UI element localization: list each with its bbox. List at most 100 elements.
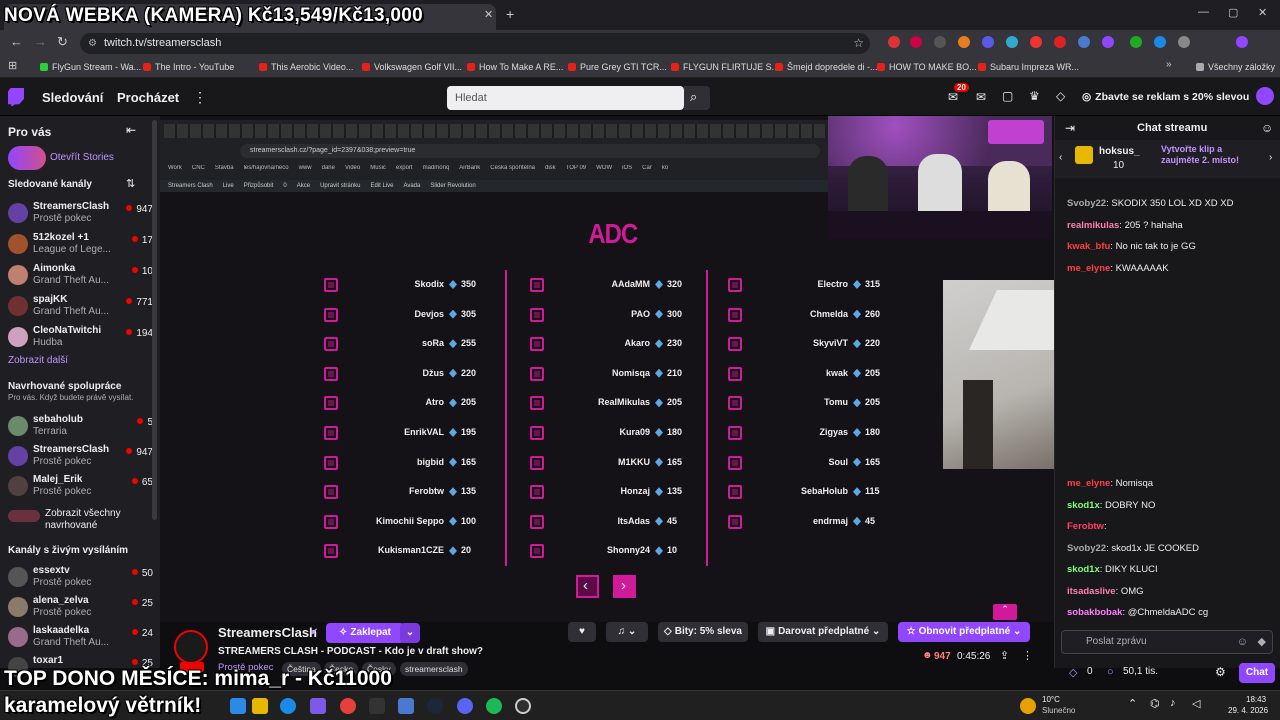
bookmark[interactable]: This Aerobic Video... <box>259 59 353 75</box>
bookmark[interactable]: How To Make A RE... <box>467 59 563 75</box>
player-row[interactable]: Soul 165 <box>728 454 928 472</box>
player-row[interactable]: ItsAdas 45 <box>530 513 730 531</box>
channel-name[interactable]: StreamersClash <box>218 625 317 640</box>
collab-channel[interactable]: StreamersClash Prostě pokec 947 <box>8 442 153 470</box>
prev-page-button[interactable]: ‹ <box>576 575 599 598</box>
bookmark[interactable]: The Intro - YouTube <box>143 59 234 75</box>
extension-icon[interactable] <box>934 36 946 48</box>
new-tab-icon[interactable]: + <box>506 6 514 22</box>
steam-icon[interactable] <box>427 698 443 714</box>
chat-send-button[interactable]: Chat <box>1239 663 1275 683</box>
spotify-icon[interactable] <box>486 698 502 714</box>
chat-username[interactable]: skod1x <box>1067 564 1100 575</box>
chat-bubble-icon[interactable]: ▢ <box>1002 89 1013 103</box>
chat-username[interactable]: sobakbobak <box>1067 607 1122 618</box>
follow-button[interactable]: ♥ <box>568 622 596 642</box>
player-row[interactable]: Skodix 350 <box>324 276 524 294</box>
bookmark[interactable]: FLYGUN FLIRTUJE S... <box>671 59 779 75</box>
more-icon[interactable]: ⋮ <box>193 89 207 106</box>
player-checkbox[interactable] <box>324 366 338 381</box>
player-row[interactable]: Atro 205 <box>324 394 524 412</box>
player-checkbox[interactable] <box>530 455 544 470</box>
chat-username[interactable]: itsadaslive <box>1067 586 1116 597</box>
obs-icon[interactable] <box>515 698 531 714</box>
player-checkbox[interactable] <box>530 426 544 440</box>
player-checkbox[interactable] <box>324 396 338 411</box>
chat-username[interactable]: Svoby22 <box>1067 543 1106 554</box>
nav-following[interactable]: Sledování <box>42 90 103 105</box>
discord-icon[interactable] <box>457 698 473 714</box>
player-row[interactable]: Kimochii Seppo 100 <box>324 513 524 531</box>
player-checkbox[interactable] <box>728 396 742 411</box>
twitch-logo-icon[interactable] <box>8 88 24 106</box>
collapse-chat-icon[interactable]: ⇥ <box>1065 121 1075 135</box>
player-row[interactable]: EnrikVAL 195 <box>324 424 524 442</box>
nav-browse[interactable]: Procházet <box>117 90 179 105</box>
avatar[interactable] <box>1256 87 1274 105</box>
turbo-icon[interactable]: ◇ <box>1056 89 1065 103</box>
player-checkbox[interactable] <box>324 485 338 500</box>
live-channel[interactable]: alena_zelva Prostě pokec 25 <box>8 593 153 621</box>
app-icon[interactable] <box>398 698 414 714</box>
extension-icon[interactable] <box>1130 36 1142 48</box>
player-row[interactable]: Akaro 230 <box>530 335 730 353</box>
player-row[interactable]: AAdaMM 320 <box>530 276 730 294</box>
close-tab-icon[interactable]: ✕ <box>484 8 493 21</box>
tag[interactable]: streamersclash <box>400 662 468 676</box>
bits-button[interactable]: ◇ Bity: 5% sleva <box>658 622 748 642</box>
player-checkbox[interactable] <box>728 337 742 352</box>
all-bookmarks[interactable]: Všechny záložky <box>1196 59 1275 75</box>
url-bar[interactable]: ⚙ twitch.tv/streamersclash ☆ <box>80 33 870 54</box>
extension-icon[interactable] <box>910 36 922 48</box>
network-icon[interactable]: ⌬ <box>1150 697 1160 710</box>
sidebar-scrollbar[interactable] <box>152 120 157 520</box>
whispers-icon[interactable]: ✉ <box>976 90 986 104</box>
collab-channel[interactable]: sebaholub Terraria 5 <box>8 412 153 440</box>
site-info-icon[interactable]: ⚙ <box>88 33 97 54</box>
chat-username[interactable]: me_elyne <box>1067 478 1110 489</box>
minimize-icon[interactable]: — <box>1198 6 1209 18</box>
extension-icon[interactable] <box>1078 36 1090 48</box>
live-channel[interactable]: laskaadelka Grand Theft Au... 24 <box>8 623 153 651</box>
maximize-icon[interactable]: ▢ <box>1228 6 1238 19</box>
extension-icon[interactable] <box>1030 36 1042 48</box>
profile-icon[interactable] <box>1236 36 1248 48</box>
tray-chevron-icon[interactable]: ⌃ <box>1128 697 1137 710</box>
prime-icon[interactable]: ♛ <box>1029 89 1040 103</box>
player-checkbox[interactable] <box>728 366 742 381</box>
player-checkbox[interactable] <box>530 544 544 559</box>
chat-username[interactable]: me_elyne <box>1067 263 1110 274</box>
player-row[interactable]: M1KKU 165 <box>530 454 730 472</box>
chevron-right-icon[interactable]: » <box>1166 59 1172 70</box>
player-row[interactable]: Honzaj 135 <box>530 483 730 501</box>
player-checkbox[interactable] <box>324 307 338 322</box>
notifications-button[interactable]: ♫ ⌄ <box>606 622 648 642</box>
sort-icon[interactable]: ⇅ <box>126 177 135 190</box>
bookmark[interactable]: FlyGun Stream - Wa... <box>40 59 141 75</box>
renew-sub-button[interactable]: ☆ Obnovit předplatné ⌄ <box>898 622 1030 642</box>
player-checkbox[interactable] <box>324 514 338 529</box>
share-icon[interactable]: ⇪ <box>1000 649 1009 662</box>
followed-channel[interactable]: Aimonka Grand Theft Au... 10 <box>8 261 153 289</box>
player-checkbox[interactable] <box>324 278 338 292</box>
extension-icon[interactable] <box>982 36 994 48</box>
bookmark[interactable]: HOW TO MAKE BO... <box>877 59 977 75</box>
player-row[interactable]: Tomu 205 <box>728 394 928 412</box>
bookmark[interactable]: Pure Grey GTI TCR... <box>568 59 667 75</box>
player-row[interactable]: endrmaj 45 <box>728 513 928 531</box>
player-checkbox[interactable] <box>324 426 338 440</box>
channel-points-icon[interactable]: ○ <box>1107 666 1114 678</box>
chat-input[interactable]: Poslat zprávu ☺ ◆ <box>1061 630 1273 654</box>
forward-icon[interactable]: → <box>34 34 47 49</box>
player-checkbox[interactable] <box>530 278 544 292</box>
bookmark[interactable]: Šmejd dopredele di -... <box>775 59 878 75</box>
gift-sub-button[interactable]: ▣ Darovat předplatné ⌄ <box>758 622 888 642</box>
player-row[interactable]: Kura09 180 <box>530 424 730 442</box>
player-checkbox[interactable] <box>530 514 544 529</box>
puzzle-icon[interactable] <box>1178 36 1190 48</box>
chevron-right-icon[interactable]: › <box>1269 152 1272 163</box>
show-all-suggested[interactable]: Zobrazit všechny navrhované <box>8 506 148 534</box>
channel-avatar[interactable] <box>174 630 208 664</box>
next-page-button[interactable]: › <box>613 575 636 598</box>
scroll-top-button[interactable]: ⌃ <box>993 604 1017 620</box>
